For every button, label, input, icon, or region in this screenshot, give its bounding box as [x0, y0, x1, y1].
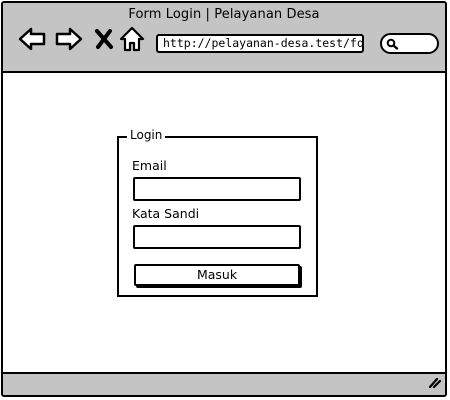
password-field[interactable]: [133, 225, 301, 249]
password-label: Kata Sandi: [132, 206, 200, 221]
browser-window: Form Login | Pelayanan Desa http://pelay…: [1, 1, 447, 397]
email-label: Email: [132, 158, 167, 173]
login-submit-button[interactable]: Masuk: [134, 264, 300, 286]
home-icon[interactable]: [119, 25, 145, 57]
page-content: Login Email Kata Sandi Masuk: [3, 73, 445, 376]
window-title: Form Login | Pelayanan Desa: [128, 7, 320, 22]
login-legend: Login: [127, 128, 166, 142]
url-bar[interactable]: http://pelayanan-desa.test/form-: [156, 34, 364, 53]
search-box[interactable]: [380, 33, 439, 54]
back-arrow-icon[interactable]: [17, 25, 47, 57]
forward-arrow-icon[interactable]: [54, 25, 84, 57]
search-icon: [386, 38, 399, 50]
email-field[interactable]: [133, 177, 301, 201]
status-bar: [3, 372, 445, 395]
resize-grip-icon[interactable]: [427, 373, 442, 392]
stop-close-icon[interactable]: [94, 28, 114, 54]
browser-toolbar: Form Login | Pelayanan Desa http://pelay…: [3, 3, 445, 73]
